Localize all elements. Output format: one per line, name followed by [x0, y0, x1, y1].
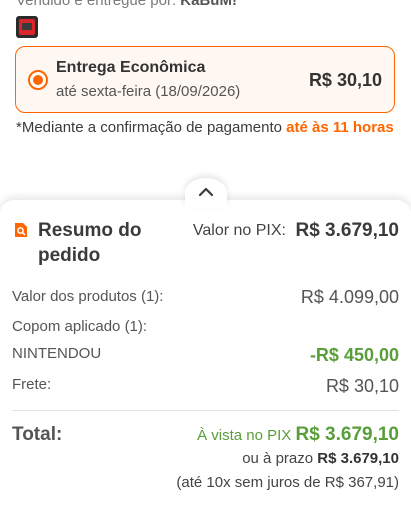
total-label: Total:: [12, 424, 63, 445]
shipping-cost-label: Frete:: [12, 376, 52, 393]
products-total-value: R$ 4.099,00: [300, 287, 399, 307]
total-pix: À vista no PIX R$ 3.679,10: [197, 424, 399, 446]
coupon-label: Copom aplicado (1):: [12, 318, 148, 335]
receipt-search-icon: [15, 223, 27, 237]
total-pix-value: R$ 3.679,10: [295, 424, 399, 445]
seller-info: Vendido e entregue por: KaBuM!: [16, 0, 237, 9]
payment-note-text: *Mediante a confirmação de pagamento: [16, 119, 287, 136]
summary-divider: [12, 410, 399, 411]
shipping-option-card[interactable]: Entrega Econômica até sexta-feira (18/09…: [15, 46, 395, 113]
total-pix-prefix: À vista no PIX: [197, 427, 296, 444]
seller-name: KaBuM!: [180, 0, 237, 9]
shipping-price: R$ 30,10: [308, 70, 382, 90]
total-prazo-value: R$ 3.679,10: [317, 450, 399, 467]
seller-prefix: Vendido e entregue por:: [16, 0, 181, 9]
installments-info: (até 10x sem juros de R$ 367,91): [176, 474, 399, 491]
summary-toggle-button[interactable]: [185, 178, 227, 208]
payment-note: *Mediante a confirmação de pagamento até…: [16, 116, 396, 140]
shipping-date: até sexta-feira (18/09/2026): [56, 83, 241, 100]
products-total-label: Valor dos produtos (1):: [12, 288, 164, 305]
shipping-cost-value: R$ 30,10: [325, 376, 399, 396]
total-prazo-prefix: ou à prazo: [242, 450, 318, 467]
shipping-radio[interactable]: [28, 70, 48, 90]
product-thumbnail: [16, 16, 38, 38]
summary-title: Resumo do pedido: [38, 220, 142, 266]
pix-label: Valor no PIX:: [192, 222, 286, 239]
shipping-name: Entrega Econômica: [56, 59, 206, 76]
chevron-up-icon: [198, 187, 214, 197]
payment-note-highlight: até às 11 horas: [286, 119, 394, 136]
total-prazo: ou à prazo R$ 3.679,10: [242, 450, 399, 467]
coupon-code: NINTENDOU: [12, 345, 102, 362]
pix-value: R$ 3.679,10: [295, 220, 399, 241]
coupon-discount-value: -R$ 450,00: [309, 345, 399, 365]
